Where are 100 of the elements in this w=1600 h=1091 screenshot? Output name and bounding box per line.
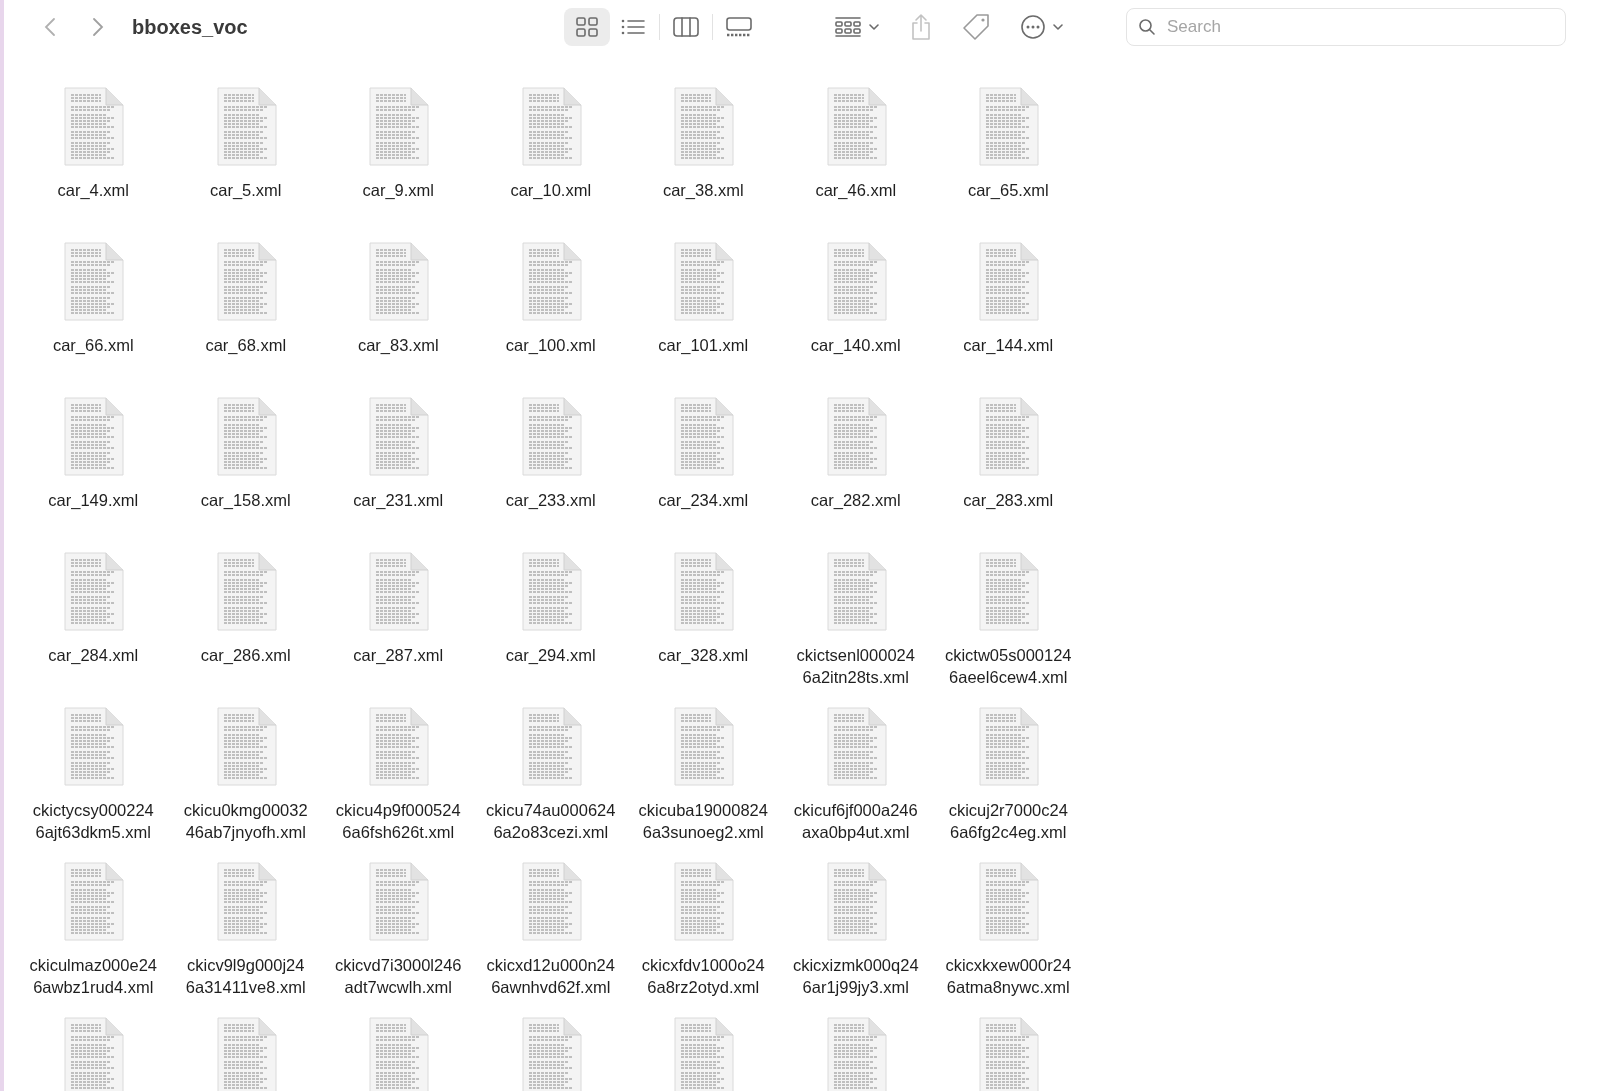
document-icon [519,707,582,787]
document-icon [672,862,735,942]
file-name: car_149.xml [47,490,140,511]
document-icon [977,862,1040,942]
document-icon [214,862,277,942]
document-icon [977,1017,1040,1091]
columns-icon [672,16,700,38]
document-icon [62,242,125,322]
document-icon [62,862,125,942]
document-icon [367,1017,430,1091]
gallery-icon [724,16,754,38]
document-icon [672,707,735,787]
document-icon [214,1017,277,1091]
file-name: car_233.xml [504,490,597,511]
file-name: car_100.xml [504,335,597,356]
file-name: car_101.xml [657,335,750,356]
file-name: ckicxd12u000n24 6awnhvd62f.xml [485,955,616,998]
file-name: ckicxkxew000r24 6atma8nywc.xml [944,955,1073,998]
document-icon [977,552,1040,632]
document-icon [214,707,277,787]
list-icon [620,17,646,37]
view-icons-button[interactable] [564,8,610,46]
file-name: car_231.xml [352,490,445,511]
document-icon [672,242,735,322]
file-name: ckicu0kmg00032 46ab7jnyofh.xml [182,800,309,843]
document-icon [214,87,277,167]
chevron-right-icon [92,17,104,37]
file-name: car_328.xml [657,645,750,666]
window-title: bboxes_voc [132,15,249,40]
file-name: car_46.xml [814,180,898,201]
document-icon [62,552,125,632]
file-name: ckicuba19000824 6a3sunoeg2.xml [637,800,769,843]
document-icon [62,397,125,477]
file-name: ckicu74au000624 6a2o83cezi.xml [485,800,617,843]
document-icon [824,1017,887,1091]
document-icon [367,87,430,167]
document-icon [519,1017,582,1091]
file-name: car_158.xml [199,490,292,511]
file-name: car_38.xml [661,180,745,201]
chevron-down-icon [1052,23,1064,31]
share-icon [910,13,932,41]
chevron-left-icon [44,17,56,37]
document-icon [824,707,887,787]
file-name: ckicv9l9g000j24 6a31411ve8.xml [184,955,307,998]
document-icon [824,242,887,322]
file-name: ckictsenl000024 6a2itn28ts.xml [795,645,916,688]
file-name: car_294.xml [504,645,597,666]
document-icon [367,397,430,477]
search-field[interactable]: Search [1126,8,1566,46]
document-icon [367,707,430,787]
file-name: car_234.xml [657,490,750,511]
file-name: car_10.xml [509,180,593,201]
file-name: ckicvd7i3000l246 adt7wcwlh.xml [333,955,463,998]
file-name: ckicuj2r7000c24 6a6fg2c4eg.xml [947,800,1069,843]
file-name: car_283.xml [962,490,1055,511]
document-icon [672,87,735,167]
file-name: ckicxizmk000q24 6ar1j99jy3.xml [791,955,920,998]
document-icon [977,242,1040,322]
document-icon [519,397,582,477]
file-name: ckictw05s000124 6aeel6cew4.xml [943,645,1073,688]
document-icon [977,397,1040,477]
document-icon [367,552,430,632]
document-icon [824,552,887,632]
document-icon [672,1017,735,1091]
file-name: car_65.xml [966,180,1050,201]
more-icon [1020,14,1046,40]
document-icon [519,87,582,167]
document-icon [214,552,277,632]
file-name: car_144.xml [962,335,1055,356]
document-icon [824,87,887,167]
file-name: ckicxfdv1000o24 6a8rz2otyd.xml [640,955,766,998]
document-icon [672,552,735,632]
file-name: car_5.xml [209,180,283,201]
document-icon [519,552,582,632]
file-name: car_287.xml [352,645,445,666]
document-icon [824,397,887,477]
file-name: car_286.xml [199,645,292,666]
document-icon [214,242,277,322]
file-name: ckictycsy000224 6ajt63dkm5.xml [31,800,155,843]
chevron-down-icon [868,23,880,31]
file-name: car_282.xml [809,490,902,511]
document-icon [367,242,430,322]
document-icon [62,87,125,167]
document-icon [62,707,125,787]
search-icon [1138,18,1156,36]
file-name: car_83.xml [356,335,440,356]
document-icon [824,862,887,942]
document-icon [214,397,277,477]
file-name: car_66.xml [51,335,135,356]
file-name: ckicu4p9f000524 6a6fsh626t.xml [334,800,462,843]
document-icon [519,862,582,942]
tag-icon [962,13,990,41]
group-icon [834,16,862,38]
document-icon [367,862,430,942]
document-icon [519,242,582,322]
document-icon [977,87,1040,167]
document-icon [672,397,735,477]
file-name: car_9.xml [361,180,435,201]
file-name: car_284.xml [47,645,140,666]
file-name: car_140.xml [809,335,902,356]
